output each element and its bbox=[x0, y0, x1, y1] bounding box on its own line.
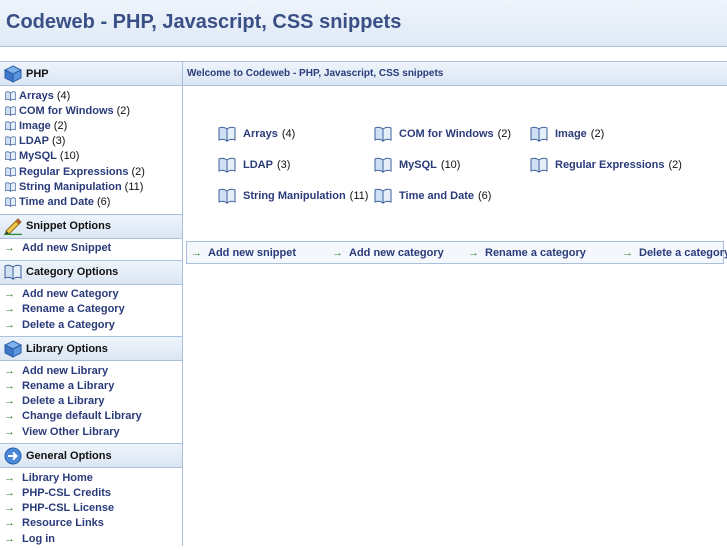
book-icon bbox=[4, 151, 17, 161]
rename-library-link[interactable]: → Rename a Library bbox=[0, 378, 182, 393]
cube-icon bbox=[4, 340, 22, 358]
green-arrow-icon: → bbox=[4, 380, 15, 393]
pencil-icon bbox=[4, 218, 22, 235]
green-arrow-icon: → bbox=[4, 318, 15, 331]
license-link[interactable]: → PHP-CSL License bbox=[0, 501, 182, 516]
book-icon bbox=[374, 188, 392, 204]
sidebar: PHP Arrays (4) COM for Windows (2) Image (2… bbox=[0, 61, 183, 546]
library-home-link[interactable]: → Library Home bbox=[0, 470, 182, 485]
category-arrays[interactable]: Arrays (4) bbox=[218, 126, 295, 142]
book-icon bbox=[530, 126, 548, 142]
change-default-library-link[interactable]: → Change default Library bbox=[0, 409, 182, 424]
green-arrow-icon: → bbox=[4, 425, 15, 438]
green-arrow-icon: → bbox=[4, 410, 15, 423]
delete-category-action[interactable]: → Delete a category bbox=[622, 247, 727, 259]
page-title: Codeweb - PHP, Javascript, CSS snippets bbox=[6, 11, 402, 33]
green-arrow-icon: → bbox=[191, 246, 202, 259]
category-options-header: Category Options bbox=[0, 259, 182, 285]
credits-link[interactable]: → PHP-CSL Credits bbox=[0, 485, 182, 500]
rename-category-action[interactable]: → Rename a category bbox=[468, 247, 586, 259]
green-arrow-icon: → bbox=[468, 246, 479, 259]
book-icon bbox=[4, 136, 17, 146]
general-options-list: → Library Home → PHP-CSL Credits → PHP-CSL … bbox=[0, 468, 182, 550]
library-options-list: → Add new Library → Rename a Library → Dele… bbox=[0, 361, 182, 443]
main-header: Welcome to Codeweb - PHP, Javascript, CS… bbox=[183, 61, 727, 86]
add-new-library-link[interactable]: → Add new Library bbox=[0, 363, 182, 378]
delete-library-link[interactable]: → Delete a Library bbox=[0, 394, 182, 409]
sidebar-category-mysql[interactable]: MySQL (10) bbox=[0, 149, 182, 164]
sidebar-library-header: PHP bbox=[0, 62, 182, 86]
delete-category-link[interactable]: → Delete a Category bbox=[0, 317, 182, 332]
snippet-options-header: Snippet Options bbox=[0, 213, 182, 239]
book-icon bbox=[4, 263, 22, 281]
green-arrow-icon: → bbox=[4, 303, 15, 316]
book-icon bbox=[4, 197, 17, 207]
sidebar-category-time-and-date[interactable]: Time and Date (6) bbox=[0, 194, 182, 209]
category-options-title: Category Options bbox=[26, 266, 119, 279]
book-icon bbox=[218, 126, 236, 142]
book-icon bbox=[4, 121, 17, 131]
book-icon bbox=[374, 157, 392, 173]
arrow-circle-icon bbox=[4, 447, 22, 465]
category-ldap[interactable]: LDAP (3) bbox=[218, 157, 290, 173]
category-string-manipulation[interactable]: String Manipulation (11) bbox=[218, 188, 368, 204]
green-arrow-icon: → bbox=[4, 364, 15, 377]
book-icon bbox=[4, 106, 17, 116]
sidebar-library-title: PHP bbox=[26, 67, 49, 80]
book-icon bbox=[4, 167, 17, 177]
category-options-list: → Add new Category → Rename a Category → De… bbox=[0, 285, 182, 337]
green-arrow-icon: → bbox=[4, 242, 15, 255]
general-options-header: General Options bbox=[0, 443, 182, 469]
sidebar-category-string-manipulation[interactable]: String Manipulation (11) bbox=[0, 179, 182, 194]
green-arrow-icon: → bbox=[4, 502, 15, 515]
category-time-and-date[interactable]: Time and Date (6) bbox=[374, 188, 491, 204]
book-icon bbox=[530, 157, 548, 173]
view-other-library-link[interactable]: → View Other Library bbox=[0, 424, 182, 439]
log-in-link[interactable]: → Log in bbox=[0, 531, 182, 546]
green-arrow-icon: → bbox=[4, 471, 15, 484]
category-com-for-windows[interactable]: COM for Windows (2) bbox=[374, 126, 511, 142]
page-header: Codeweb - PHP, Javascript, CSS snippets bbox=[0, 0, 727, 47]
green-arrow-icon: → bbox=[4, 486, 15, 499]
book-icon bbox=[218, 188, 236, 204]
main-title: Welcome to Codeweb - PHP, Javascript, CS… bbox=[187, 68, 444, 79]
library-options-title: Library Options bbox=[26, 342, 108, 355]
green-arrow-icon: → bbox=[622, 246, 633, 259]
rename-category-link[interactable]: → Rename a Category bbox=[0, 302, 182, 317]
sidebar-category-com-for-windows[interactable]: COM for Windows (2) bbox=[0, 103, 182, 118]
snippet-options-title: Snippet Options bbox=[26, 220, 111, 232]
add-new-snippet-action[interactable]: → Add new snippet bbox=[191, 247, 296, 259]
green-arrow-icon: → bbox=[4, 288, 15, 301]
green-arrow-icon: → bbox=[4, 532, 15, 545]
add-new-category-link[interactable]: → Add new Category bbox=[0, 287, 182, 302]
book-icon bbox=[4, 182, 17, 192]
sidebar-category-image[interactable]: Image (2) bbox=[0, 118, 182, 133]
category-mysql[interactable]: MySQL (10) bbox=[374, 157, 460, 173]
sidebar-category-list: Arrays (4) COM for Windows (2) Image (2) LD… bbox=[0, 86, 182, 214]
general-options-title: General Options bbox=[26, 449, 112, 462]
category-regular-expressions[interactable]: Regular Expressions (2) bbox=[530, 157, 682, 173]
book-icon bbox=[374, 126, 392, 142]
category-image[interactable]: Image (2) bbox=[530, 126, 604, 142]
add-new-category-action[interactable]: → Add new category bbox=[332, 247, 444, 259]
green-arrow-icon: → bbox=[332, 246, 343, 259]
add-new-snippet-link[interactable]: → Add new Snippet bbox=[0, 241, 182, 256]
library-options-header: Library Options bbox=[0, 336, 182, 362]
resource-links-link[interactable]: → Resource Links bbox=[0, 516, 182, 531]
sidebar-category-regular-expressions[interactable]: Regular Expressions (2) bbox=[0, 164, 182, 179]
green-arrow-icon: → bbox=[4, 395, 15, 408]
cube-icon bbox=[4, 64, 22, 83]
sidebar-category-ldap[interactable]: LDAP (3) bbox=[0, 134, 182, 149]
book-icon bbox=[218, 157, 236, 173]
green-arrow-icon: → bbox=[4, 517, 15, 530]
snippet-options-list: → Add new Snippet bbox=[0, 239, 182, 260]
book-icon bbox=[4, 91, 17, 101]
sidebar-category-arrays[interactable]: Arrays (4) bbox=[0, 88, 182, 103]
action-bar: → Add new snippet → Add new category → Rena… bbox=[186, 241, 727, 264]
